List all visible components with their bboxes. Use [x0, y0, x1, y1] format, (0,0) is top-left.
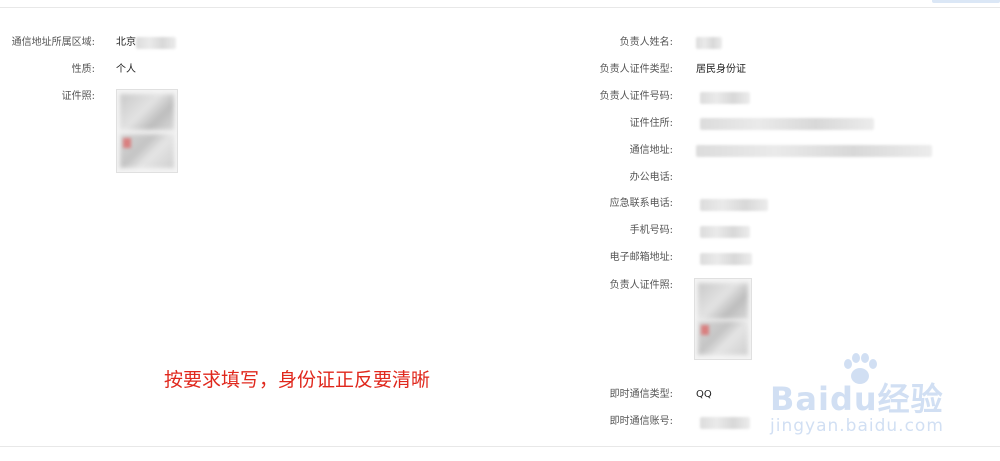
photo-mark — [123, 138, 131, 148]
field-label: 负责人姓名: — [619, 37, 673, 48]
id-front-image — [698, 283, 748, 319]
field-office-phone: 办公电话: — [500, 170, 1000, 186]
redacted-value — [700, 199, 768, 211]
field-mobile: 手机号码: — [500, 223, 1000, 239]
watermark-brand: Baidu经验 — [770, 380, 944, 418]
redacted-value — [696, 37, 722, 49]
id-photo-thumbnail[interactable] — [116, 89, 178, 173]
field-id-address: 证件住所: — [500, 116, 1000, 132]
field-label: 通信地址所属区域: — [11, 37, 95, 48]
field-value: QQ — [696, 389, 712, 400]
field-label: 负责人证件照: — [609, 280, 673, 291]
redacted-value — [136, 37, 176, 49]
field-value: 居民身份证 — [696, 64, 746, 75]
redacted-value — [700, 118, 874, 130]
field-emergency-phone: 应急联系电话: — [500, 196, 1000, 212]
field-label: 证件住所: — [629, 118, 673, 129]
field-value: 个人 — [116, 64, 136, 75]
redacted-value — [696, 145, 932, 157]
id-front-image — [120, 94, 174, 130]
field-id-photo: 证件照: — [0, 89, 400, 105]
redacted-value — [700, 253, 752, 265]
field-label: 通信地址: — [629, 145, 673, 156]
field-owner-id-type: 负责人证件类型: 居民身份证 — [500, 62, 1000, 78]
field-value: 北京 — [116, 37, 136, 48]
annotation-text: 按要求填写，身份证正反要清晰 — [164, 369, 431, 391]
redacted-value — [700, 417, 750, 429]
field-email: 电子邮箱地址: — [500, 250, 1000, 266]
bottom-divider — [0, 446, 1000, 447]
field-label: 办公电话: — [629, 172, 673, 183]
field-label: 负责人证件号码: — [599, 91, 673, 102]
field-owner-id-number: 负责人证件号码: — [500, 89, 1000, 105]
owner-id-photo-thumbnail[interactable] — [694, 278, 752, 360]
field-owner-name: 负责人姓名: — [500, 35, 1000, 51]
field-label: 性质: — [71, 64, 95, 75]
field-label: 手机号码: — [629, 225, 673, 236]
redacted-value — [700, 226, 750, 238]
field-label: 证件照: — [61, 91, 95, 102]
field-label: 即时通信类型: — [609, 389, 673, 400]
field-label: 即时通信账号: — [609, 416, 673, 427]
baidu-jingyan-watermark: Baidu经验 jingyan.baidu.com — [770, 352, 1000, 442]
field-region: 通信地址所属区域: 北京 — [0, 35, 400, 51]
top-divider — [0, 7, 1000, 8]
field-label: 应急联系电话: — [609, 198, 673, 209]
field-nature: 性质: 个人 — [0, 62, 400, 78]
watermark-url: jingyan.baidu.com — [770, 416, 944, 436]
redacted-value — [700, 92, 750, 104]
top-right-button[interactable] — [932, 0, 1000, 3]
photo-mark — [701, 325, 709, 335]
field-mail-address: 通信地址: — [500, 143, 1000, 159]
field-label: 负责人证件类型: — [599, 64, 673, 75]
field-label: 电子邮箱地址: — [609, 252, 673, 263]
